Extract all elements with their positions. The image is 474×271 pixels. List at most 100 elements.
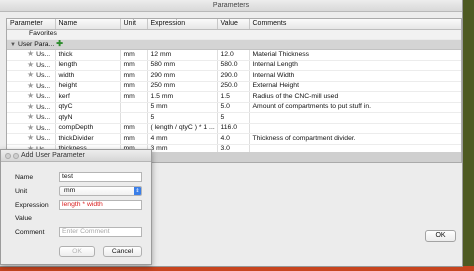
comment-cell[interactable]: Thickness of compartment divider. (249, 133, 461, 145)
value-cell[interactable]: 5 (217, 112, 250, 124)
dialog-close-icon[interactable] (5, 153, 11, 159)
favorite-star-icon[interactable]: ★ (27, 134, 34, 143)
name-cell[interactable]: qtyC (55, 102, 121, 113)
expression-cell[interactable]: 5 (147, 112, 218, 124)
name-cell[interactable]: kerf (55, 91, 121, 103)
expression-cell[interactable]: 580 mm (147, 60, 218, 71)
table-row[interactable]: ★ Us... compDepth mm( length / qtyC ) * 1 .… (7, 123, 461, 134)
comment-field[interactable]: Enter Comment (59, 227, 142, 237)
favorites-row[interactable]: Favorites (7, 29, 461, 40)
value-cell[interactable]: 1.5 (217, 91, 250, 103)
dialog-cancel-button[interactable]: Cancel (103, 246, 142, 257)
unit-cell[interactable]: mm (120, 49, 148, 61)
header-name[interactable]: Name (55, 19, 121, 30)
favorite-star-icon[interactable]: ★ (27, 113, 34, 122)
name-field[interactable]: test (59, 172, 142, 182)
expression-cell-text: 4 mm (150, 134, 168, 142)
favorite-star-icon[interactable]: ★ (27, 50, 34, 59)
comment-cell[interactable]: Internal Length (249, 60, 461, 71)
unit-cell-text: mm (123, 71, 135, 79)
parameter-cell: ★Us... (7, 81, 56, 92)
header-expression[interactable]: Expression (147, 19, 218, 30)
comment-cell[interactable]: Radius of the CNC-mill used (249, 91, 461, 103)
ok-button[interactable]: OK (425, 230, 456, 242)
table-header-row: Parameter Name Unit Expression Value Com… (7, 19, 461, 30)
value-cell[interactable]: 12.0 (217, 49, 250, 61)
expression-cell[interactable]: 5 mm (147, 102, 218, 113)
value-cell-text: 250.0 (220, 82, 238, 89)
expression-cell[interactable]: ( length / qtyC ) * 1 ... (147, 123, 218, 134)
name-cell[interactable]: thick (55, 49, 121, 61)
expression-cell[interactable]: 4 mm (147, 133, 218, 145)
value-cell[interactable]: 4.0 (217, 133, 250, 145)
comment-cell[interactable]: Amount of compartments to put stuff in. (249, 102, 461, 113)
unit-cell[interactable]: mm (120, 60, 148, 71)
unit-cell[interactable]: mm (120, 133, 148, 145)
header-parameter[interactable]: Parameter (7, 19, 56, 30)
parameter-cell-text: Us... (36, 51, 51, 58)
dialog-ok-button[interactable]: OK (59, 246, 95, 257)
header-unit[interactable]: Unit (120, 19, 148, 30)
value-cell[interactable]: 116.0 (217, 123, 250, 134)
unit-select[interactable]: mm ⇕ (59, 186, 142, 196)
unit-cell[interactable]: mm (120, 91, 148, 103)
name-cell[interactable]: compDepth (55, 123, 121, 134)
name-cell[interactable]: length (55, 60, 121, 71)
value-cell[interactable]: 5.0 (217, 102, 250, 113)
value-cell-text: 4.0 (220, 134, 230, 142)
disclosure-triangle-icon[interactable]: ▼ (10, 42, 16, 48)
comment-cell[interactable]: External Height (249, 81, 461, 92)
name-cell[interactable]: width (55, 70, 121, 82)
table-row[interactable]: ★ Us... thick mm 12 mm 12.0 Material Thickness (7, 49, 461, 61)
favorite-star-icon[interactable]: ★ (27, 123, 34, 132)
name-cell[interactable]: height (55, 81, 121, 92)
expression-cell[interactable]: 12 mm (147, 49, 218, 61)
parameter-cell-text: Us... (36, 114, 51, 121)
table-row[interactable]: ★ Us... height mm 250 mm 250.0 External Height (7, 81, 461, 92)
value-cell[interactable]: 250.0 (217, 81, 250, 92)
parameters-table[interactable]: Parameter Name Unit Expression Value Com… (6, 18, 462, 163)
name-cell[interactable]: thickDivider (55, 133, 121, 145)
add-parameter-icon[interactable]: ✚ (56, 39, 63, 48)
expression-cell[interactable]: 250 mm (147, 81, 218, 92)
comment-cell[interactable]: Material Thickness (249, 49, 461, 61)
value-cell[interactable]: 580.0 (217, 60, 250, 71)
parameter-cell-text: Us... (36, 82, 51, 90)
user-parameters-row[interactable]: ▼ User Para... ✚ (7, 39, 461, 50)
favorite-star-icon[interactable]: ★ (27, 71, 34, 80)
value-label: Value (15, 215, 32, 222)
dialog-minimize-icon[interactable] (13, 153, 19, 159)
favorite-star-icon[interactable]: ★ (27, 81, 34, 90)
favorite-star-icon[interactable]: ★ (27, 60, 34, 69)
table-row[interactable]: ★ Us... length mm 580 mm 580.0 Internal Length (7, 60, 461, 71)
value-cell-text: 12.0 (220, 50, 234, 58)
unit-cell[interactable] (120, 112, 148, 124)
table-row[interactable]: ★ Us... width mm 290 mm 290.0 Internal Width (7, 70, 461, 82)
comment-cell-text: Thickness of compartment divider. (252, 134, 356, 142)
window-titlebar: Parameters (0, 0, 462, 12)
expression-field[interactable]: length * width (59, 200, 142, 210)
table-row[interactable]: ★ Us... qtyC 5 mm 5.0 Amount of compartments … (7, 102, 461, 113)
comment-cell[interactable] (249, 112, 461, 124)
comment-cell-text: Amount of compartments to put stuff in. (252, 103, 372, 110)
table-row[interactable]: ★ Us... qtyN 5 5 (7, 112, 461, 124)
expression-cell-text: 290 mm (150, 71, 176, 79)
expression-cell[interactable]: 1.5 mm (147, 91, 218, 103)
unit-cell[interactable]: mm (120, 70, 148, 82)
favorite-star-icon[interactable]: ★ (27, 102, 34, 111)
table-row[interactable]: ★ Us... thickDivider mm 4 mm 4.0 Thickness of … (7, 133, 461, 145)
table-row[interactable]: ★ Us... kerf mm 1.5 mm 1.5 Radius of the CNC-m… (7, 91, 461, 103)
header-comments[interactable]: Comments (249, 19, 461, 30)
unit-cell[interactable] (120, 102, 148, 113)
expression-cell[interactable]: 290 mm (147, 70, 218, 82)
unit-cell[interactable]: mm (120, 123, 148, 134)
comment-cell[interactable] (249, 123, 461, 134)
favorite-star-icon[interactable]: ★ (27, 92, 34, 101)
name-cell[interactable]: qtyN (55, 112, 121, 124)
unit-cell[interactable]: mm (120, 81, 148, 92)
value-cell[interactable]: 290.0 (217, 70, 250, 82)
parameter-cell: ★Us... (7, 70, 56, 82)
comment-cell[interactable]: Internal Width (249, 70, 461, 82)
header-value[interactable]: Value (217, 19, 250, 30)
value-cell-text: 290.0 (220, 71, 238, 79)
